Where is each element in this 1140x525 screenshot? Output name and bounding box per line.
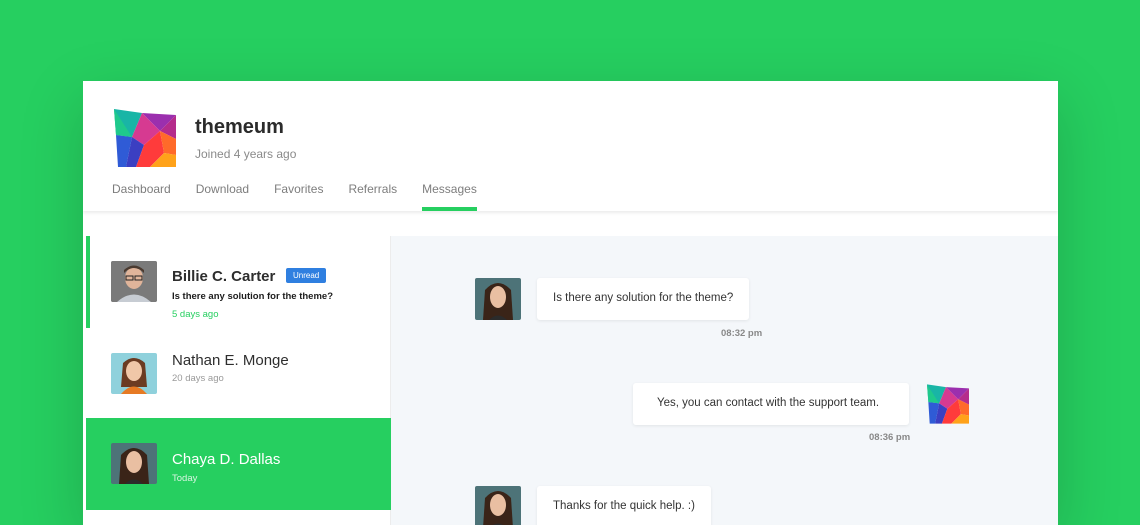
tab-dashboard[interactable]: Dashboard — [112, 182, 171, 211]
avatar — [111, 353, 157, 394]
conversation-time: Today — [172, 473, 198, 484]
conversation-item[interactable]: Nathan E. Monge 20 days ago — [86, 328, 391, 420]
unread-badge: Unread — [286, 268, 327, 283]
avatar — [111, 261, 157, 302]
themeum-logo-icon — [927, 383, 969, 425]
conversation-preview: Is there any solution for the theme? — [172, 291, 333, 302]
message-bubble: Is there any solution for the theme? — [537, 278, 750, 320]
avatar — [111, 443, 157, 484]
dashboard-card: themeum Joined 4 years ago Dashboard Dow… — [83, 81, 1058, 525]
conversation-time: 5 days ago — [172, 309, 219, 320]
conversation-time: 20 days ago — [172, 373, 224, 384]
conversation-name: Chaya D. Dallas — [172, 451, 281, 468]
conversation-name: Nathan E. Monge — [172, 352, 289, 369]
message-bubble: Yes, you can contact with the support te… — [633, 383, 910, 425]
conversation-item[interactable]: Chaya D. Dallas Today — [86, 418, 403, 510]
tab-favorites[interactable]: Favorites — [274, 182, 323, 211]
profile-name: themeum — [195, 116, 284, 138]
tab-referrals[interactable]: Referrals — [348, 182, 397, 211]
profile-joined: Joined 4 years ago — [195, 147, 297, 161]
conversation-list: Billie C. Carter Unread Is there any sol… — [83, 236, 403, 525]
avatar — [475, 486, 521, 525]
unread-indicator — [86, 236, 90, 328]
message-time: 08:32 pm — [721, 328, 763, 339]
nav-tabs: Dashboard Download Favorites Referrals M… — [112, 182, 502, 211]
profile-header: themeum Joined 4 years ago Dashboard Dow… — [83, 81, 1058, 211]
message-bubble: Thanks for the quick help. :) — [537, 486, 711, 525]
tab-messages[interactable]: Messages — [422, 182, 477, 211]
tab-download[interactable]: Download — [196, 182, 249, 211]
themeum-logo-icon — [114, 109, 176, 167]
message-time: 08:36 pm — [869, 432, 911, 443]
conversation-name: Billie C. Carter — [172, 268, 276, 285]
conversation-item[interactable]: Billie C. Carter Unread Is there any sol… — [86, 236, 391, 328]
chat-panel: Is there any solution for the theme? 08:… — [391, 236, 1058, 525]
avatar — [475, 278, 521, 320]
